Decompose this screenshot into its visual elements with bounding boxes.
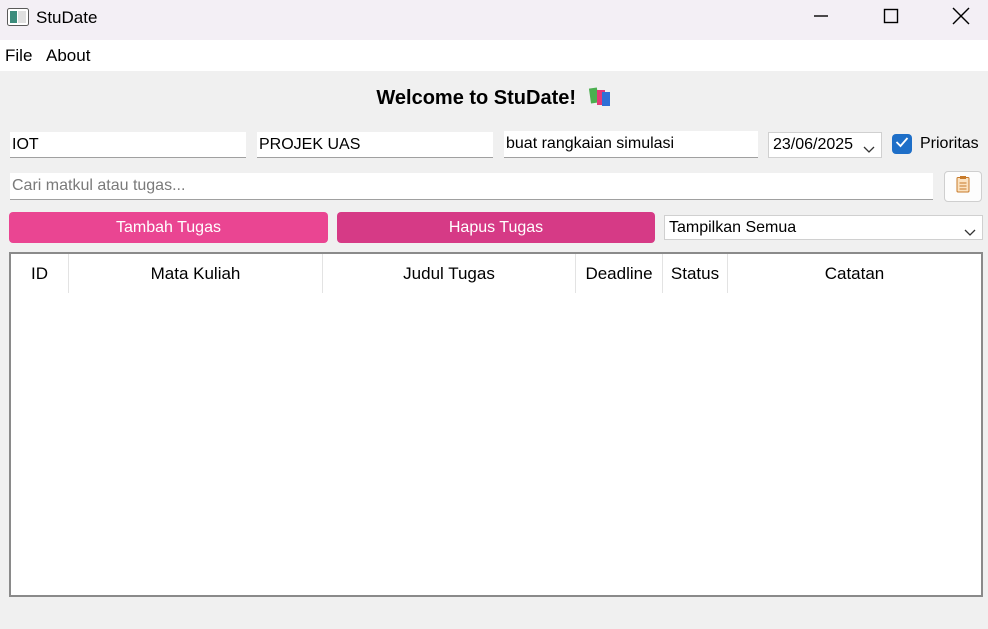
books-emoji-icon: [582, 87, 612, 109]
tambah-tugas-button[interactable]: Tambah Tugas: [9, 212, 328, 243]
minimize-button[interactable]: [798, 0, 844, 36]
column-header-id[interactable]: ID: [11, 254, 69, 293]
column-header-catatan[interactable]: Catatan: [728, 254, 981, 293]
table-header: ID Mata Kuliah Judul Tugas Deadline Stat…: [11, 254, 981, 293]
prioritas-label: Prioritas: [920, 135, 979, 152]
filter-select[interactable]: Tampilkan Semua: [664, 215, 983, 240]
column-header-status[interactable]: Status: [663, 254, 728, 293]
column-header-deadline[interactable]: Deadline: [576, 254, 663, 293]
chevron-down-icon: [863, 141, 875, 159]
task-table[interactable]: ID Mata Kuliah Judul Tugas Deadline Stat…: [9, 252, 983, 597]
welcome-text: Welcome to StuDate!: [376, 87, 577, 109]
search-input[interactable]: Cari matkul atau tugas...: [10, 173, 933, 200]
app-window-icon: [7, 8, 29, 26]
menu-bar: File About: [0, 40, 988, 71]
prioritas-checkbox[interactable]: [892, 134, 912, 154]
title-bar: StuDate: [0, 0, 988, 40]
maximize-button[interactable]: [868, 0, 914, 36]
filter-selected-value: Tampilkan Semua: [669, 219, 797, 236]
hapus-tugas-button[interactable]: Hapus Tugas: [337, 212, 655, 243]
matkul-input[interactable]: IOT: [10, 132, 246, 158]
catatan-input[interactable]: buat rangkaian simulasi: [504, 131, 758, 158]
minimize-icon: [813, 8, 829, 29]
judul-input[interactable]: PROJEK UAS: [257, 132, 493, 158]
menu-about[interactable]: About: [46, 46, 90, 66]
column-header-mata-kuliah[interactable]: Mata Kuliah: [69, 254, 323, 293]
clipboard-button[interactable]: [944, 171, 982, 202]
column-header-judul-tugas[interactable]: Judul Tugas: [323, 254, 576, 293]
close-button[interactable]: [938, 0, 984, 36]
deadline-value: 23/06/2025: [773, 136, 854, 153]
menu-file[interactable]: File: [5, 46, 32, 66]
close-icon: [952, 7, 970, 30]
window-title: StuDate: [36, 8, 98, 27]
clipboard-icon: [956, 175, 970, 198]
deadline-date-picker[interactable]: 23/06/2025: [768, 132, 882, 158]
maximize-icon: [883, 8, 899, 29]
checkmark-icon: [895, 135, 909, 153]
welcome-heading: Welcome to StuDate!: [0, 86, 988, 110]
chevron-down-icon: [964, 224, 976, 242]
